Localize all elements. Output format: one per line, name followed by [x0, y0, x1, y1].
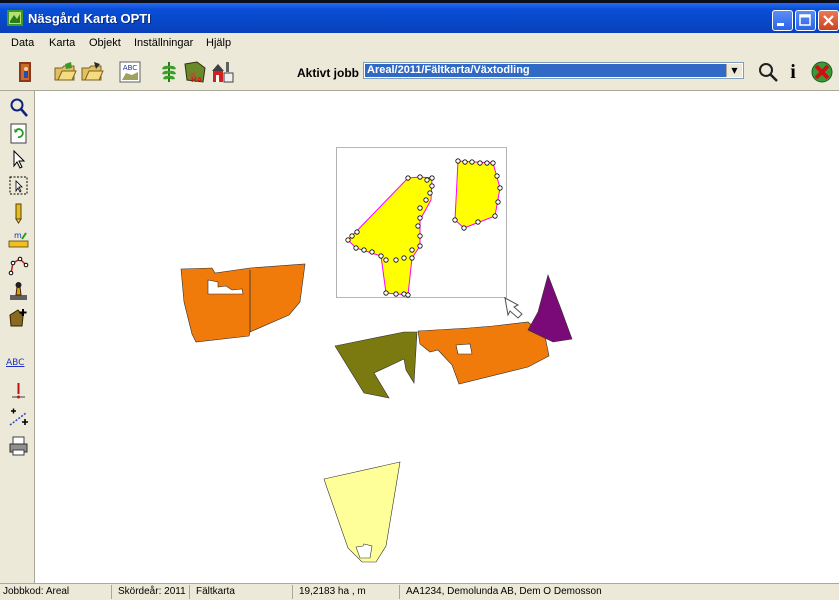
measure-icon[interactable]: m: [8, 229, 29, 250]
close-button[interactable]: [818, 10, 839, 31]
status-jobbkod: Jobbkod: Areal: [0, 585, 112, 599]
save-folder-icon[interactable]: [80, 60, 104, 84]
print-icon[interactable]: [8, 435, 29, 456]
left-toolbar: m ABC: [0, 91, 35, 583]
close-icon: [823, 15, 834, 26]
field-right-hole: [455, 343, 473, 355]
minimize-button[interactable]: [772, 10, 793, 31]
map-canvas[interactable]: [35, 91, 839, 583]
open-folder-icon[interactable]: [53, 60, 77, 84]
aktivt-jobb-label: Aktivt jobb: [297, 66, 359, 80]
info-icon[interactable]: i: [785, 60, 801, 84]
field-purple[interactable]: [527, 274, 573, 343]
zoom-icon[interactable]: [8, 97, 29, 118]
menu-data[interactable]: Data: [11, 37, 34, 49]
status-area: 19,2183 ha , m: [293, 585, 400, 599]
refresh-icon[interactable]: [8, 123, 29, 144]
split-line-icon[interactable]: [8, 407, 29, 428]
farm-buildings-icon[interactable]: [211, 60, 235, 84]
move-arrow-icon[interactable]: [504, 297, 523, 319]
menu-bar: Data Karta Objekt Inställningar Hjälp: [0, 33, 839, 53]
maximize-button[interactable]: [795, 10, 816, 31]
window-title: Näsgård Karta OPTI: [28, 11, 151, 26]
title-bar: Näsgård Karta OPTI: [0, 3, 839, 33]
search-icon[interactable]: [756, 60, 780, 84]
status-kartyp: Fältkarta: [190, 585, 293, 599]
status-skordear: Skördeår: 2011: [112, 585, 190, 599]
field-olive[interactable]: [334, 331, 418, 399]
menu-hjalp[interactable]: Hjälp: [206, 37, 231, 49]
menu-karta[interactable]: Karta: [49, 37, 75, 49]
exit-door-icon[interactable]: [14, 60, 38, 84]
add-field-icon[interactable]: [8, 307, 29, 328]
field-left-orange[interactable]: [180, 263, 306, 343]
selected-field-right[interactable]: [454, 160, 501, 229]
maximize-icon: [799, 14, 811, 26]
map-fields: [180, 147, 573, 563]
pencil-icon[interactable]: [8, 203, 29, 224]
crop-icon[interactable]: [157, 60, 181, 84]
menu-objekt[interactable]: Objekt: [89, 37, 121, 49]
edit-vertices-icon[interactable]: [8, 255, 29, 276]
field-right-orange[interactable]: [417, 321, 550, 385]
ha-label: HA: [191, 76, 203, 84]
menu-installningar[interactable]: Inställningar: [134, 37, 193, 49]
app-icon: [7, 10, 23, 26]
active-job-value: Areal/2011/Fältkarta/Växtodling: [365, 64, 726, 77]
field-map-icon[interactable]: HA: [183, 60, 207, 84]
gps-icon[interactable]: [8, 281, 29, 302]
marker-icon[interactable]: [8, 381, 29, 402]
dropdown-arrow-icon[interactable]: ▼: [726, 64, 742, 77]
minimize-icon: [777, 23, 784, 26]
pointer-icon[interactable]: [8, 149, 29, 170]
status-bar: Jobbkod: Areal Skördeår: 2011 Fältkarta …: [0, 583, 839, 600]
abc-label: ABC: [123, 64, 137, 72]
active-job-select[interactable]: Areal/2011/Fältkarta/Växtodling ▼: [363, 62, 744, 79]
text-label-tool[interactable]: ABC: [6, 358, 31, 372]
labels-icon[interactable]: ABC: [118, 60, 142, 84]
delete-icon[interactable]: [810, 60, 834, 84]
status-owner: AA1234, Demolunda AB, Dem O Demosson: [406, 586, 602, 597]
select-area-icon[interactable]: [8, 175, 29, 196]
measure-m-label: m: [14, 231, 22, 240]
toolbar: ABC HA Aktivt jobb Areal/2011/Fältkarta/…: [0, 53, 839, 91]
